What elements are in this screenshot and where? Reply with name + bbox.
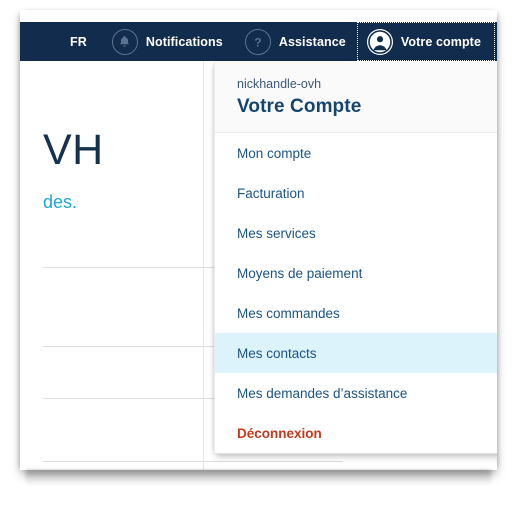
svg-text:?: ? [254, 35, 261, 49]
menu-item-mes-demandes-dassistance[interactable]: Mes demandes d’assistance [215, 373, 497, 413]
menu-item-mes-services[interactable]: Mes services [215, 213, 497, 253]
menu-item-label: Mes services [237, 225, 316, 241]
bell-icon [111, 28, 138, 55]
menu-item-mon-compte[interactable]: Mon compte [215, 133, 497, 173]
page-subtitle-text: des [43, 192, 73, 212]
nav-account-label: Votre compte [400, 34, 481, 49]
account-dropdown-menu: nickhandle-ovh Votre Compte Mon compte F… [214, 61, 497, 454]
dropdown-title: Votre Compte [237, 96, 362, 117]
menu-item-label: Mes contacts [237, 345, 317, 361]
nav-item-notifications[interactable]: Notifications [101, 22, 234, 61]
menu-item-label: Facturation [237, 185, 305, 201]
nav-notifications-label: Notifications [145, 34, 223, 49]
menu-item-label: Mon compte [237, 145, 312, 161]
menu-item-mes-commandes[interactable]: Mes commandes [215, 293, 497, 333]
browser-page-frame: FR Notifications ? Assistance Votre comp… [20, 10, 497, 470]
menu-item-label: Déconnexion [237, 425, 322, 441]
menu-item-label: Moyens de paiement [237, 265, 363, 281]
content-divider-4 [43, 461, 343, 462]
menu-item-facturation[interactable]: Facturation [215, 173, 497, 213]
top-navigation-bar: FR Notifications ? Assistance Votre comp… [20, 22, 497, 61]
menu-item-label: Mes demandes d’assistance [237, 385, 408, 401]
menu-item-moyens-de-paiement[interactable]: Moyens de paiement [215, 253, 497, 293]
screenshot-root: FR Notifications ? Assistance Votre comp… [0, 0, 517, 516]
menu-item-mes-contacts[interactable]: Mes contacts [215, 333, 497, 373]
nav-language-label: FR [69, 34, 87, 49]
menu-item-deconnexion[interactable]: Déconnexion [215, 413, 497, 453]
nav-assistance-label: Assistance [278, 34, 346, 49]
dropdown-header: nickhandle-ovh Votre Compte [215, 61, 497, 133]
dropdown-nickhandle: nickhandle-ovh [237, 77, 322, 91]
page-drop-shadow [26, 470, 491, 486]
question-mark-icon: ? [244, 28, 271, 55]
page-subtitle-punctuation: . [72, 192, 78, 212]
content-vertical-divider [203, 61, 204, 470]
nav-item-assistance[interactable]: ? Assistance [234, 22, 357, 61]
menu-item-label: Mes commandes [237, 305, 340, 321]
nav-item-account[interactable]: Votre compte [356, 22, 495, 61]
user-avatar-icon [366, 28, 393, 55]
nav-item-language[interactable]: FR [50, 22, 101, 61]
